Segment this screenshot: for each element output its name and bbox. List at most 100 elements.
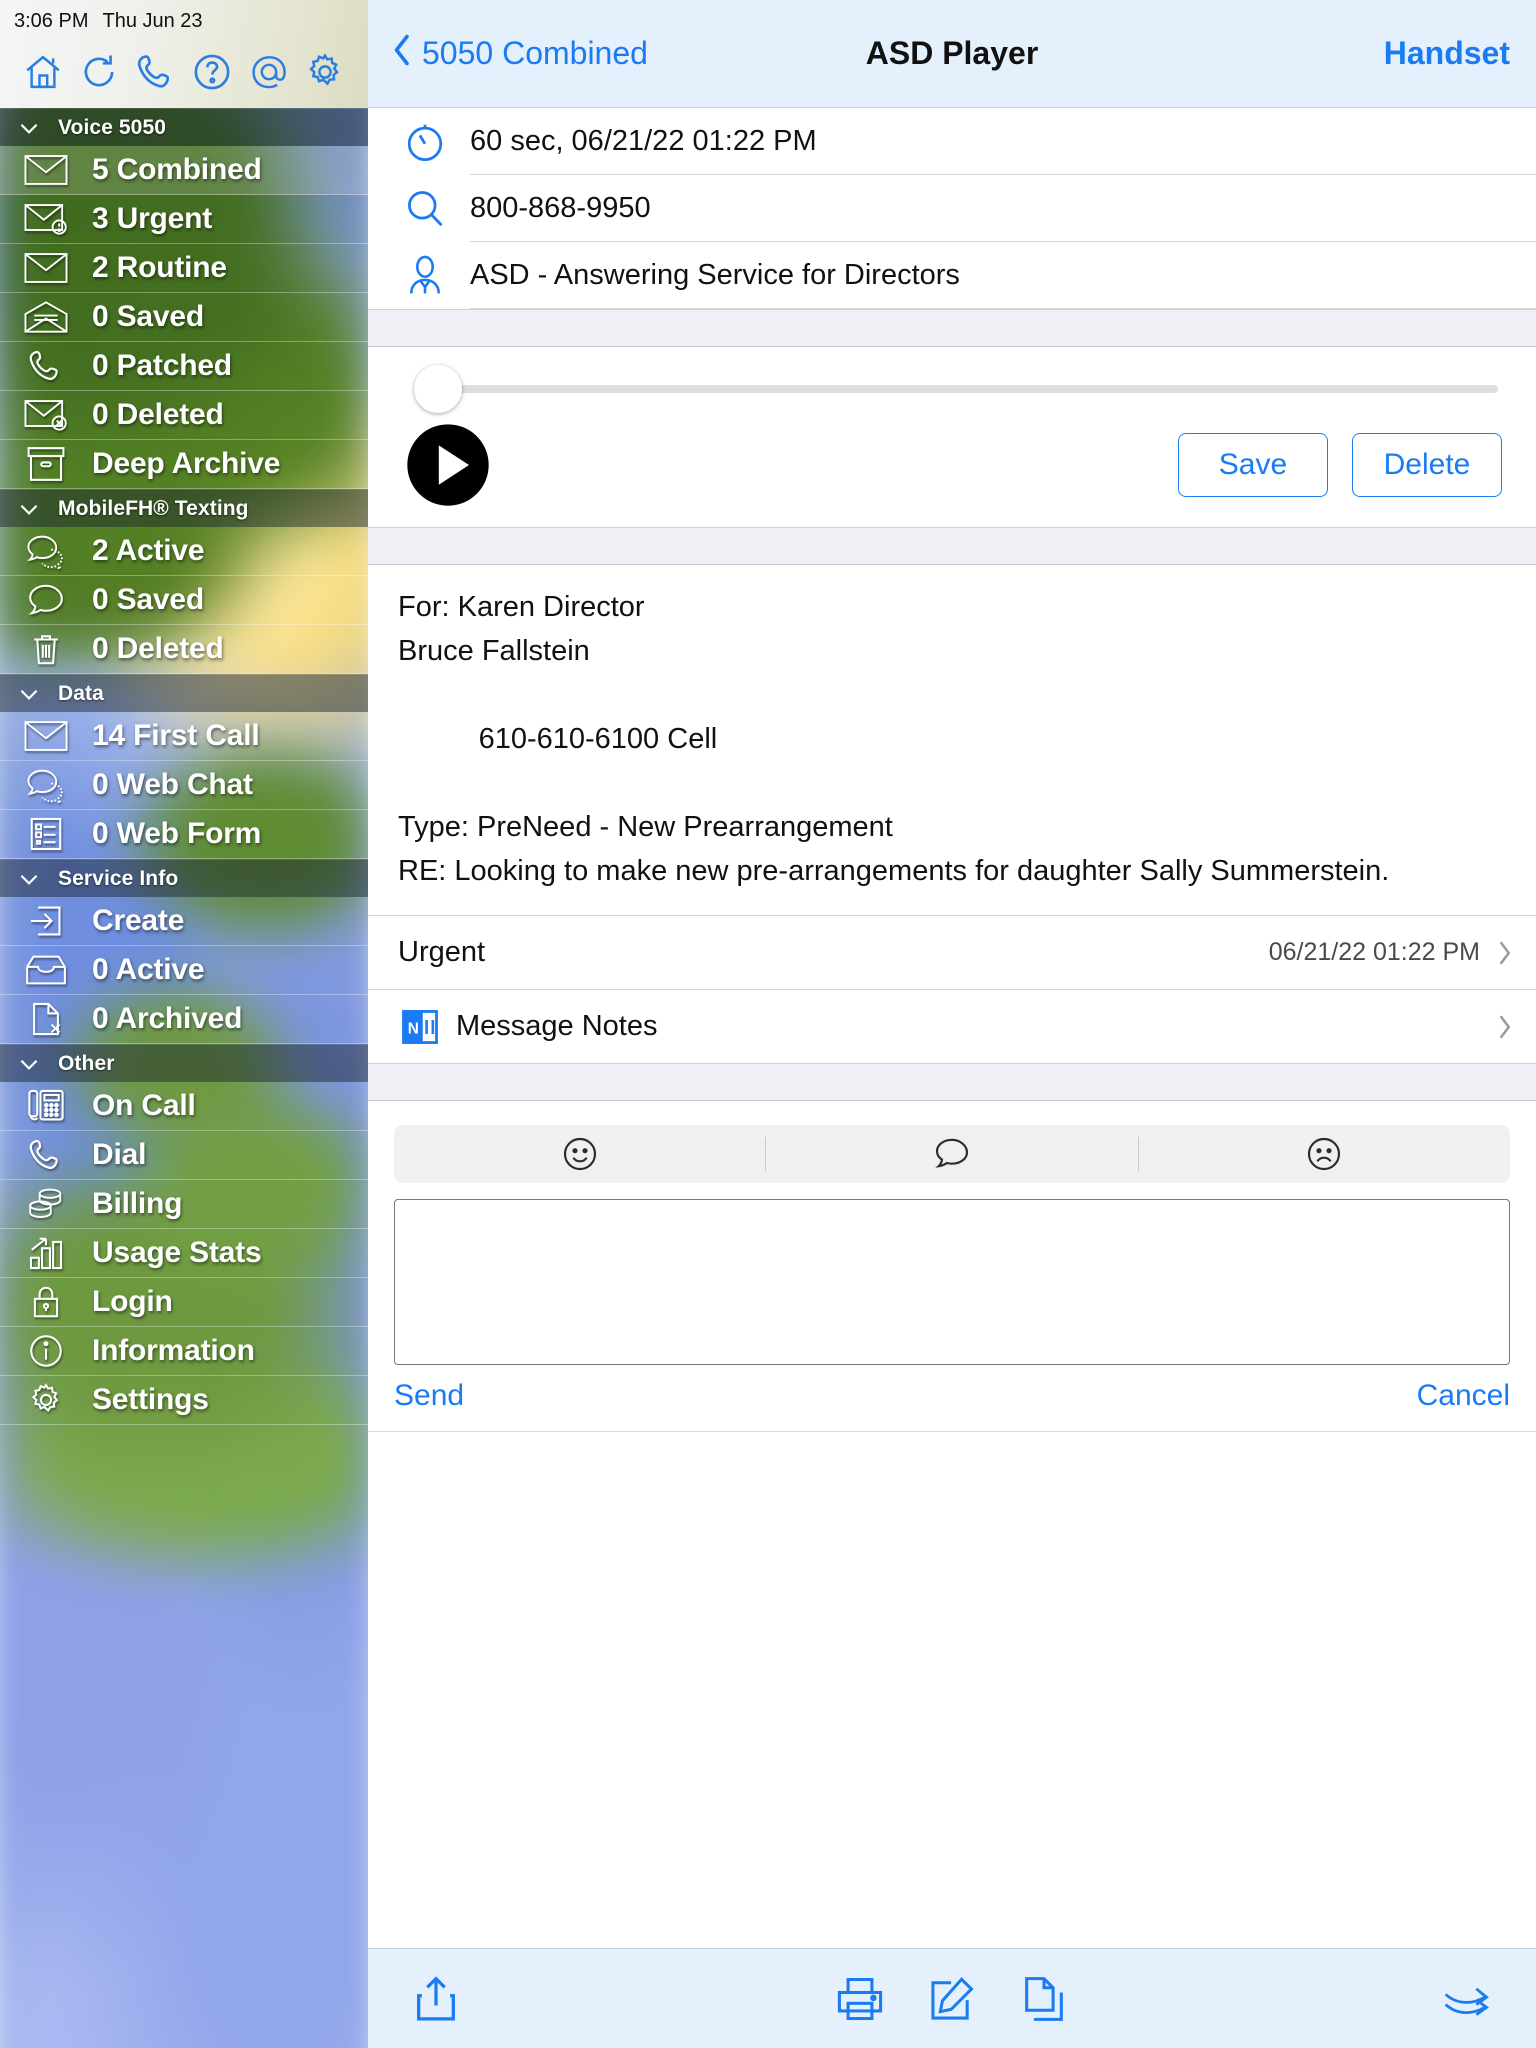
forward-icon[interactable]	[1442, 1973, 1494, 2025]
gear-icon[interactable]	[304, 51, 346, 93]
phone-icon	[0, 1136, 92, 1174]
sidebar-item-0-saved[interactable]: 0 Saved	[0, 293, 368, 342]
section-title: Other	[58, 1051, 115, 1075]
message-notes-row[interactable]: N Message Notes	[368, 989, 1536, 1063]
sidebar-item-0-saved-text[interactable]: 0 Saved	[0, 576, 368, 625]
player-controls: Save Delete	[392, 423, 1512, 507]
sidebar-section-mobilefh-texting[interactable]: MobileFH® Texting	[0, 489, 368, 527]
sidebar-item-label: 0 Archived	[92, 1002, 243, 1035]
smile-face-icon[interactable]	[394, 1134, 765, 1174]
home-icon[interactable]	[22, 51, 64, 93]
sidebar-item-label: Create	[92, 904, 185, 937]
sidebar-item-create[interactable]: Create	[0, 897, 368, 946]
detail-scroll-area[interactable]: 60 sec, 06/21/22 01:22 PM 800-868-9950 A…	[368, 108, 1536, 1948]
inbox-tray-icon	[0, 951, 92, 989]
sidebar-item-label: 0 Patched	[92, 349, 232, 382]
player-actions: Save Delete	[1178, 433, 1502, 497]
sidebar-item-0-deleted-text[interactable]: 0 Deleted	[0, 625, 368, 674]
sidebar-item-label: 0 Saved	[92, 583, 205, 616]
sidebar-item-label: On Call	[92, 1089, 196, 1122]
sidebar-item-usage-stats[interactable]: Usage Stats	[0, 1229, 368, 1278]
message-line: For: Karen Director	[398, 591, 645, 623]
progress-knob[interactable]	[414, 365, 462, 413]
sidebar-item-0-web-form[interactable]: 0 Web Form	[0, 810, 368, 859]
bar-chart-icon	[0, 1234, 92, 1272]
email-icon[interactable]	[248, 51, 290, 93]
save-button[interactable]: Save	[1178, 433, 1328, 497]
sidebar-item-2-active[interactable]: 2 Active	[0, 527, 368, 576]
sidebar-section-voice-5050[interactable]: Voice 5050	[0, 108, 368, 146]
share-icon[interactable]	[410, 1973, 462, 2025]
refresh-icon[interactable]	[78, 51, 120, 93]
sidebar-item-deep-archive[interactable]: Deep Archive	[0, 440, 368, 489]
urgent-row[interactable]: Urgent 06/21/22 01:22 PM	[368, 915, 1536, 989]
section-title: MobileFH® Texting	[58, 496, 249, 520]
delete-button[interactable]: Delete	[1352, 433, 1502, 497]
chat-bubble-icon[interactable]	[766, 1134, 1137, 1174]
coins-icon	[0, 1185, 92, 1223]
sidebar-item-on-call[interactable]: On Call	[0, 1082, 368, 1131]
sidebar-item-label: 2 Active	[92, 534, 205, 567]
copy-icon[interactable]	[1018, 1973, 1070, 2025]
reply-composer: Send Cancel	[368, 1101, 1536, 1431]
gear-icon	[0, 1381, 92, 1419]
play-icon[interactable]	[406, 423, 490, 507]
sidebar-item-information[interactable]: Information	[0, 1327, 368, 1376]
chevron-left-icon	[390, 32, 412, 76]
desk-phone-icon	[0, 1087, 92, 1125]
callback-number[interactable]: 610-610-6100	[479, 723, 660, 755]
sidebar-item-label: 14 First Call	[92, 719, 260, 752]
sidebar-item-3-urgent[interactable]: 3 Urgent	[0, 195, 368, 244]
sidebar-section-service-info[interactable]: Service Info	[0, 859, 368, 897]
reply-textarea[interactable]	[394, 1199, 1510, 1365]
sidebar: 3:06 PM Thu Jun 23 Voice 5050 5 Combined…	[0, 0, 368, 2048]
message-line: RE: Looking to make new pre-arrangements…	[398, 855, 1390, 887]
message-line: Bruce Fallstein	[398, 635, 590, 667]
sidebar-item-0-active-service[interactable]: 0 Active	[0, 946, 368, 995]
trash-icon	[0, 630, 92, 668]
sidebar-item-label: 0 Deleted	[92, 632, 224, 665]
reply-actions: Send Cancel	[394, 1379, 1510, 1413]
cancel-button[interactable]: Cancel	[1417, 1379, 1510, 1413]
sidebar-item-0-patched[interactable]: 0 Patched	[0, 342, 368, 391]
service-row: ASD - Answering Service for Directors	[368, 242, 1536, 309]
handset-button[interactable]: Handset	[1384, 35, 1510, 72]
sidebar-item-2-routine[interactable]: 2 Routine	[0, 244, 368, 293]
message-line: Type: PreNeed - New Prearrangement	[398, 811, 893, 843]
compose-icon[interactable]	[926, 1973, 978, 2025]
print-icon[interactable]	[834, 1973, 886, 2025]
back-button-label: 5050 Combined	[422, 35, 648, 71]
send-button[interactable]: Send	[394, 1379, 464, 1413]
section-title: Service Info	[58, 866, 179, 890]
duration-text: 60 sec, 06/21/22 01:22 PM	[470, 108, 1536, 175]
progress-slider[interactable]	[392, 365, 1512, 413]
sidebar-item-14-first-call[interactable]: 14 First Call	[0, 712, 368, 761]
help-icon[interactable]	[191, 51, 233, 93]
chevron-down-icon	[0, 496, 58, 522]
envelope-icon	[0, 151, 92, 189]
sidebar-section-other[interactable]: Other	[0, 1044, 368, 1082]
sidebar-item-login[interactable]: Login	[0, 1278, 368, 1327]
audio-player: Save Delete	[368, 347, 1536, 527]
magnifier-icon	[394, 187, 456, 231]
chevron-down-icon	[0, 1051, 58, 1077]
main-panel: 5050 Combined ASD Player Handset 60 sec,…	[368, 0, 1536, 2048]
sidebar-item-dial[interactable]: Dial	[0, 1131, 368, 1180]
chevron-down-icon	[0, 115, 58, 141]
sidebar-item-billing[interactable]: Billing	[0, 1180, 368, 1229]
archive-box-icon	[0, 445, 92, 483]
sidebar-item-5-combined[interactable]: 5 Combined	[0, 146, 368, 195]
sidebar-section-data[interactable]: Data	[0, 674, 368, 712]
sidebar-item-0-deleted[interactable]: 0 Deleted	[0, 391, 368, 440]
sidebar-item-0-archived[interactable]: 0 Archived	[0, 995, 368, 1044]
frown-face-icon[interactable]	[1139, 1134, 1510, 1174]
phone-icon[interactable]	[135, 51, 177, 93]
sidebar-item-label: 0 Web Form	[92, 817, 262, 850]
back-button[interactable]: 5050 Combined	[390, 32, 648, 76]
envelope-icon	[0, 249, 92, 287]
message-notes-label: Message Notes	[456, 1010, 658, 1042]
sidebar-item-label: Information	[92, 1334, 255, 1367]
chevron-down-icon	[0, 681, 58, 707]
sidebar-item-settings[interactable]: Settings	[0, 1376, 368, 1425]
sidebar-item-0-web-chat[interactable]: 0 Web Chat	[0, 761, 368, 810]
